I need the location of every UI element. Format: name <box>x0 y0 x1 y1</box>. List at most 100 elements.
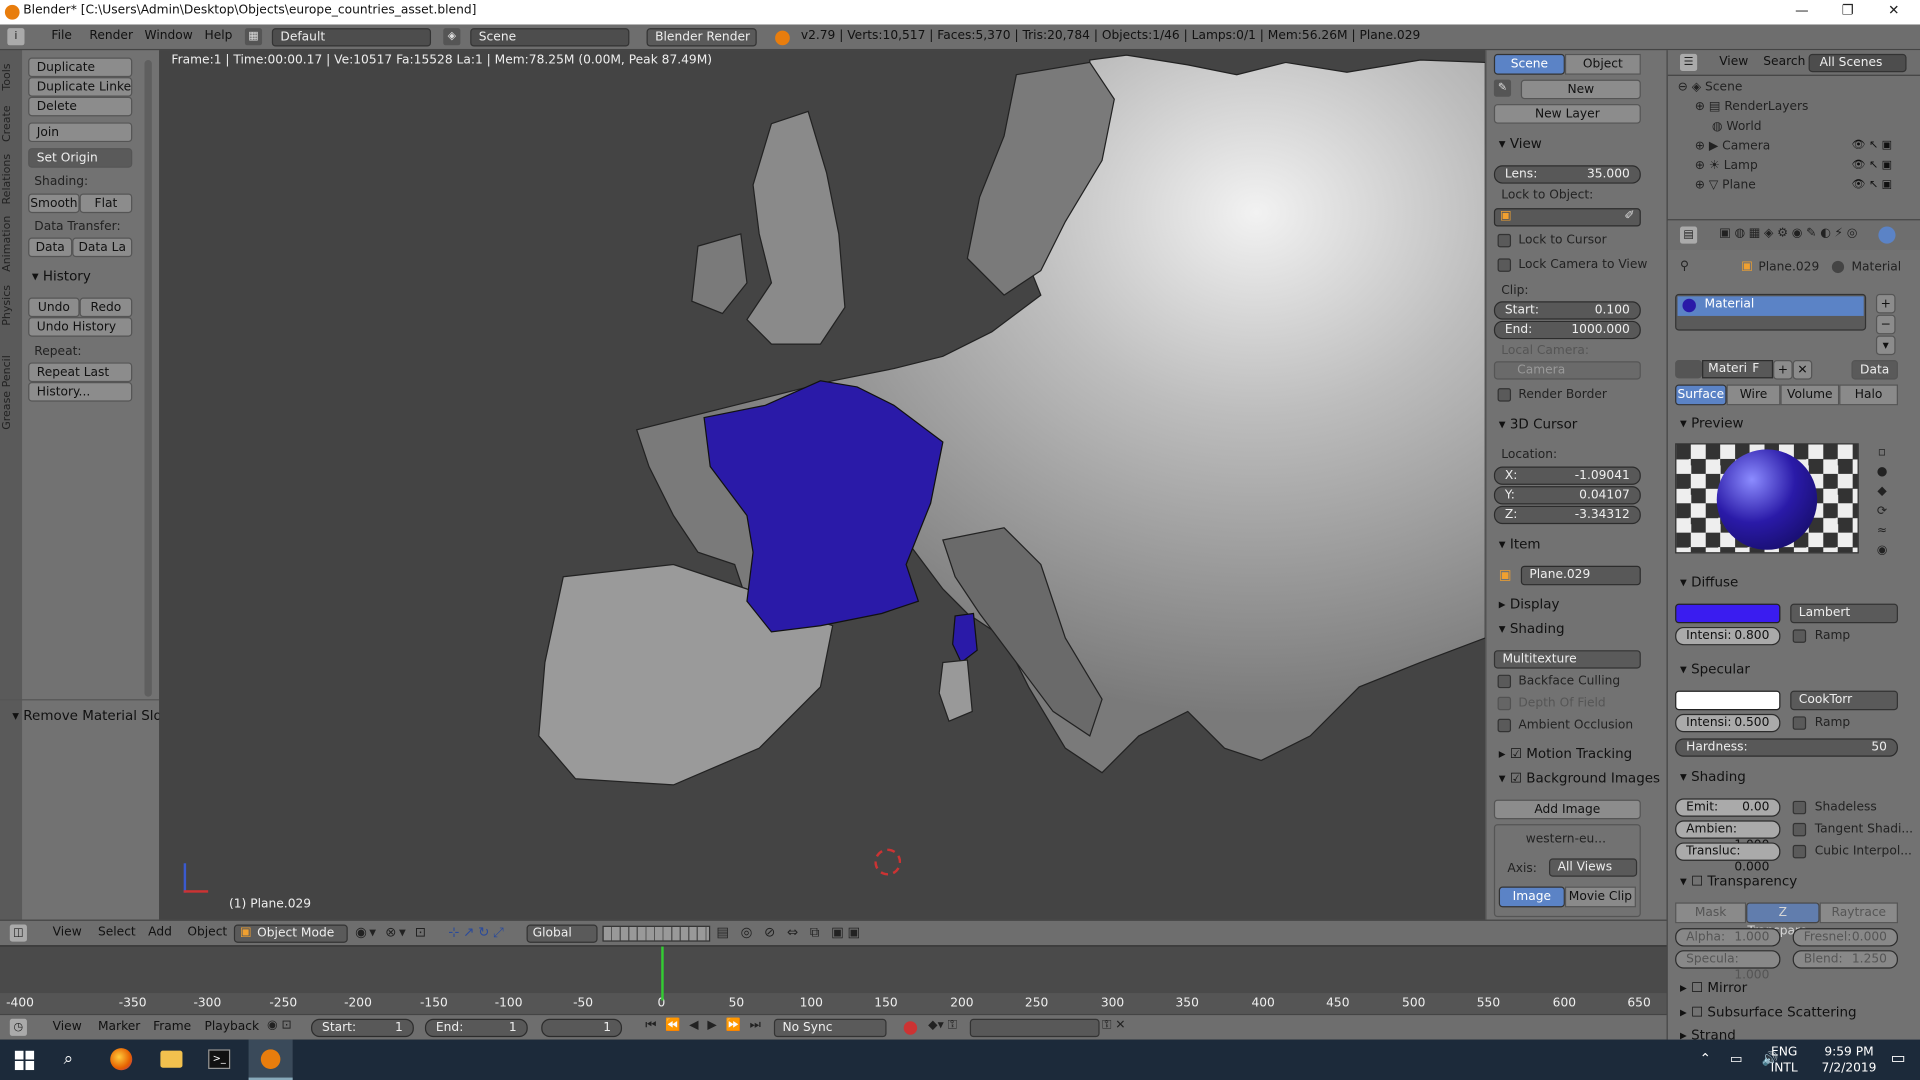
fake-user-button[interactable]: F <box>1752 362 1759 375</box>
menu-help[interactable]: Help <box>204 29 232 42</box>
data-button[interactable]: Data <box>28 237 73 258</box>
delete-button[interactable]: Delete <box>28 96 133 117</box>
fresnel-field[interactable]: Fresnel: 0.000 <box>1792 928 1898 947</box>
outliner-filter-dropdown[interactable]: All Scenes <box>1808 53 1907 73</box>
context-icons[interactable]: ▣◍▦◈⚙◉✎◐⚡◎ <box>1719 227 1861 240</box>
remove-slot-button[interactable]: − <box>1875 314 1896 335</box>
movie-clip-toggle[interactable]: Movie Clip <box>1564 886 1636 908</box>
cursor-panel-header[interactable]: ▾ 3D Cursor <box>1499 416 1578 432</box>
viewport-shading-icons[interactable]: ◉▾ ⊗▾ ⊡ <box>355 924 429 940</box>
data-layout-button[interactable]: Data La <box>72 237 133 258</box>
view-panel-header[interactable]: ▾ View <box>1499 136 1542 152</box>
local-camera-field[interactable]: Camera <box>1493 361 1641 380</box>
3d-cursor-icon[interactable] <box>874 848 902 876</box>
outliner-menu-search[interactable]: Search <box>1763 55 1805 68</box>
flat-button[interactable]: Flat <box>79 193 133 214</box>
manipulator-icons[interactable]: ⊹↗↻⤢ <box>448 924 507 941</box>
item-name-field[interactable]: Plane.029 <box>1520 565 1641 586</box>
display-panel-header[interactable]: ▸ Display <box>1499 596 1560 612</box>
diffuse-intensity-field[interactable]: Intensi: 0.800 <box>1675 626 1781 646</box>
history-button[interactable]: History... <box>28 382 133 402</box>
maximize-button[interactable]: ❐ <box>1842 2 1854 18</box>
ao-checkbox[interactable] <box>1497 718 1512 733</box>
bg-check-icon[interactable]: ☑ <box>1510 770 1526 786</box>
info-editor-icon[interactable]: i <box>7 28 25 46</box>
timeline-menu-marker[interactable]: Marker <box>98 1020 140 1033</box>
emit-field[interactable]: Emit: 0.00 <box>1675 798 1781 817</box>
close-button[interactable]: ✕ <box>1888 2 1899 18</box>
clip-end-field[interactable]: End: 1000.000 <box>1493 320 1641 340</box>
axis-dropdown[interactable]: All Views <box>1548 858 1638 877</box>
start-frame-field[interactable]: Start: 1 <box>311 1018 414 1038</box>
new-gp-button[interactable]: New <box>1520 79 1641 100</box>
motion-tracking-header[interactable]: ▸ ☑ Motion Tracking <box>1499 746 1632 762</box>
shading-mode-dropdown[interactable]: Multitexture <box>1493 650 1641 669</box>
keyframe-icons[interactable]: ⚿ ✕ <box>1102 1019 1125 1032</box>
duplicate-linked-button[interactable]: Duplicate Linked <box>28 77 133 97</box>
diffuse-color-swatch[interactable] <box>1675 603 1781 624</box>
layout-icon[interactable]: ▦ <box>244 28 263 46</box>
cursor-z-field[interactable]: Z: -3.34312 <box>1493 505 1641 525</box>
smooth-button[interactable]: Smooth <box>28 193 80 214</box>
render-engine-dropdown[interactable]: Blender Render <box>646 28 757 47</box>
tab-scene[interactable]: Scene <box>1493 53 1565 75</box>
outliner-item-world[interactable]: ◍ World <box>1712 120 1762 133</box>
repeat-last-button[interactable]: Repeat Last <box>28 362 133 383</box>
diffuse-ramp-checkbox[interactable] <box>1792 629 1807 643</box>
mirror-panel-header[interactable]: ▸ ☐ Mirror <box>1680 980 1747 996</box>
undo-button[interactable]: Undo <box>28 297 80 318</box>
item-panel-header[interactable]: ▾ Item <box>1499 536 1541 552</box>
outliner-item-renderlayers[interactable]: ⊕ ▤ RenderLayers <box>1695 100 1809 113</box>
outliner-item-scene[interactable]: ⊖ ◈ Scene <box>1678 81 1743 94</box>
record-icon[interactable] <box>903 1021 918 1035</box>
firefox-icon[interactable] <box>110 1048 133 1071</box>
language-indicator[interactable]: ENG INTL <box>1771 1044 1798 1076</box>
visibility-eye-icon[interactable]: 👁 ↖ ▣ <box>1851 179 1892 191</box>
tab-tools[interactable]: Tools <box>1 55 21 99</box>
material-slot-row[interactable]: Material <box>1677 296 1864 316</box>
slot-menu-button[interactable]: ▾ <box>1875 335 1896 356</box>
tab-physics[interactable]: Physics <box>1 278 21 332</box>
blender-taskbar-icon[interactable] <box>248 1039 293 1080</box>
clip-start-field[interactable]: Start: 0.100 <box>1493 301 1641 320</box>
lock-object-field[interactable]: ▣ ✐ <box>1493 208 1641 227</box>
file-explorer-icon[interactable] <box>160 1050 183 1068</box>
tab-object[interactable]: Object <box>1564 53 1641 75</box>
eyedropper-icon[interactable]: ✐ <box>1624 209 1634 222</box>
menu-window[interactable]: Window <box>144 29 192 42</box>
clock[interactable]: 9:59 PM 7/2/2019 <box>1812 1044 1885 1076</box>
ambient-field[interactable]: Ambien:1.000 <box>1675 820 1781 852</box>
snap-icons[interactable]: ▤ ◎ ⊘ ⇔ ⧉ ▣▣ <box>716 924 864 941</box>
layer-buttons[interactable] <box>602 925 711 942</box>
pencil-icon[interactable]: ✎ <box>1493 79 1512 97</box>
viewport-menu-view[interactable]: View <box>53 926 82 939</box>
pin-icon[interactable]: ⚲ <box>1680 260 1689 273</box>
backface-checkbox[interactable] <box>1497 674 1512 689</box>
dof-checkbox[interactable] <box>1497 696 1512 711</box>
outliner-menu-view[interactable]: View <box>1719 55 1748 68</box>
playhead[interactable] <box>661 946 664 1001</box>
windows-start-icon[interactable] <box>14 1050 35 1071</box>
menu-file[interactable]: File <box>51 29 71 42</box>
3d-viewport[interactable]: Frame:1 | Time:00:00.17 | Ve:10517 Fa:15… <box>159 50 1486 920</box>
timeline-editor-icon[interactable]: ◷ <box>9 1018 27 1036</box>
tab-create[interactable]: Create <box>1 99 21 148</box>
add-image-button[interactable]: Add Image <box>1493 799 1641 820</box>
material-browse-icon[interactable] <box>1675 360 1703 379</box>
cubic-checkbox[interactable] <box>1792 844 1807 859</box>
outliner-item-lamp[interactable]: ⊕ ☀ Lamp <box>1695 159 1758 172</box>
layout-selector[interactable]: Default <box>271 28 432 47</box>
redo-button[interactable]: Redo <box>79 297 133 318</box>
mode-dropdown[interactable]: ▣ Object Mode <box>233 924 348 943</box>
specula-field[interactable]: Specula: 1.000 <box>1675 950 1781 982</box>
data-link-dropdown[interactable]: Data <box>1851 360 1898 380</box>
set-origin-dropdown[interactable]: Set Origin <box>28 148 133 168</box>
search-icon[interactable]: ⌕ <box>64 1049 74 1069</box>
menu-render[interactable]: Render <box>89 29 133 42</box>
duplicate-button[interactable]: Duplicate <box>28 57 133 78</box>
specular-shader-dropdown[interactable]: CookTorr <box>1790 690 1898 711</box>
scene-icon[interactable]: ◈ <box>443 28 461 46</box>
viewport-menu-select[interactable]: Select <box>98 926 136 939</box>
operator-panel-header[interactable]: ▾ Remove Material Slot <box>12 708 167 724</box>
playback-controls-icon[interactable]: ⏮ ⏪ ◀ ▶ ⏩ ⏭ <box>645 1019 763 1032</box>
